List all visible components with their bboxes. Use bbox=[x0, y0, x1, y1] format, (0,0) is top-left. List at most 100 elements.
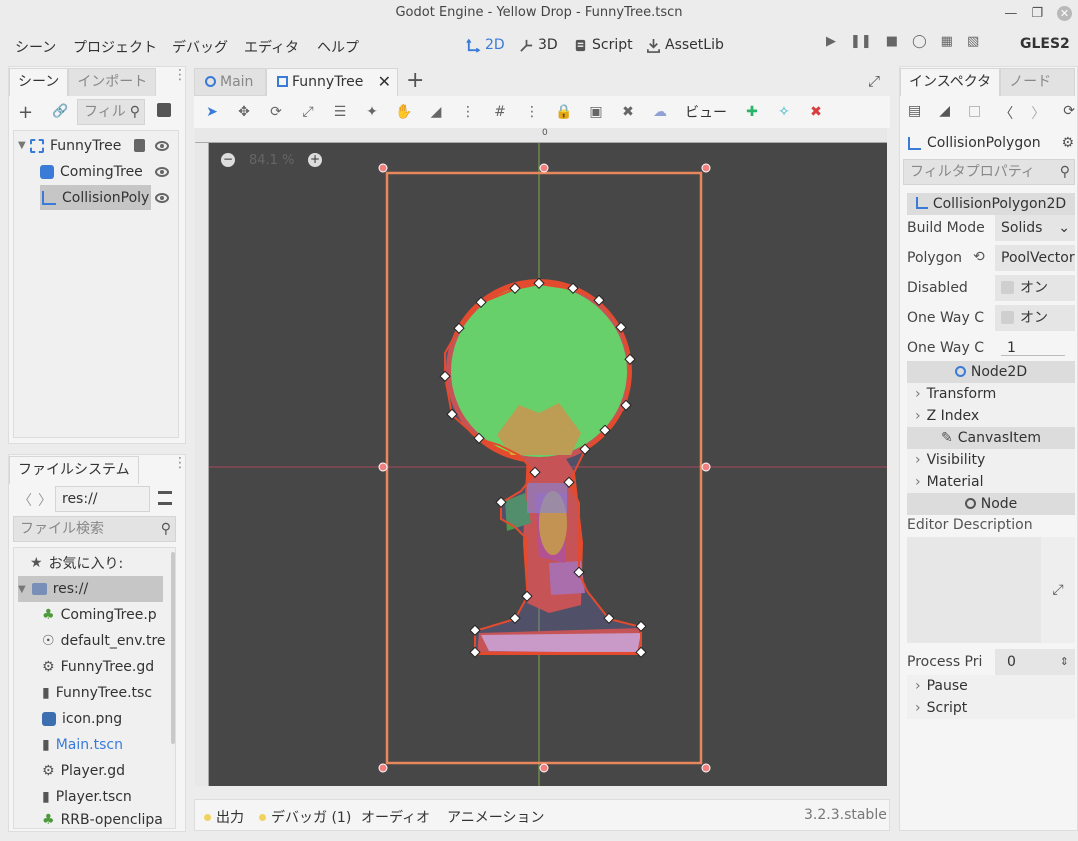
bone-icon[interactable]: ✖ bbox=[612, 104, 644, 120]
delete-point-icon[interactable]: ✖ bbox=[800, 104, 832, 120]
workspace-2d-button[interactable]: 2D bbox=[466, 37, 505, 53]
file-item[interactable]: ▮ Player.tscn bbox=[42, 784, 132, 810]
history-back-icon[interactable]: 〈 bbox=[999, 103, 1013, 123]
lock-icon[interactable]: 🔒 bbox=[548, 104, 580, 120]
move-mode-icon[interactable]: ✥ bbox=[228, 104, 260, 120]
revert-icon[interactable]: ⟲ bbox=[973, 249, 985, 265]
menu-help[interactable]: ヘルプ bbox=[317, 37, 359, 57]
animation-tab[interactable]: アニメーション bbox=[447, 807, 544, 827]
editor-description-textarea[interactable] bbox=[907, 537, 1041, 643]
renderer-selector[interactable]: GLES2 bbox=[1020, 36, 1070, 52]
menu-debug[interactable]: デバッグ bbox=[172, 37, 228, 57]
add-node-icon[interactable]: + bbox=[18, 102, 33, 123]
back-icon[interactable]: 〈 bbox=[18, 490, 32, 510]
tree-item-collisionpolygon[interactable]: CollisionPoly bbox=[40, 185, 151, 210]
file-item[interactable]: ♣ ComingTree.p bbox=[42, 602, 157, 628]
build-mode-dropdown[interactable]: Solids ⌄ bbox=[995, 215, 1075, 241]
visibility-icon[interactable] bbox=[155, 167, 169, 177]
polygon-editor-button[interactable]: PoolVector bbox=[995, 245, 1075, 271]
tab-inspector[interactable]: インスペクタ bbox=[900, 68, 1001, 96]
canvas-viewport[interactable]: − 84.1 % + bbox=[209, 143, 887, 786]
disabled-checkbox[interactable]: オン bbox=[995, 275, 1075, 301]
expand-editor-icon[interactable]: ⤢ bbox=[1041, 537, 1075, 643]
distraction-free-icon[interactable]: ⤢ bbox=[868, 72, 880, 90]
rotate-mode-icon[interactable]: ⟳ bbox=[260, 104, 292, 120]
grid-snap-icon[interactable]: # bbox=[484, 104, 516, 120]
menu-scene[interactable]: シーン bbox=[15, 37, 56, 57]
tree-item-funnytree[interactable]: ▼ FunnyTree bbox=[18, 133, 178, 158]
list-select-icon[interactable]: ☰ bbox=[324, 104, 356, 120]
audio-tab[interactable]: オーディオ bbox=[361, 807, 430, 827]
favorites-item[interactable]: ★ お気に入り: bbox=[30, 550, 123, 576]
scene-dock-menu-icon[interactable]: ⋮ bbox=[173, 68, 187, 82]
filesystem-menu-icon[interactable]: ⋮ bbox=[173, 456, 187, 470]
restore-button[interactable]: ❐ bbox=[1031, 1, 1043, 26]
tab-filesystem[interactable]: ファイルシステム bbox=[9, 456, 139, 484]
output-tab[interactable]: 出力 bbox=[204, 807, 244, 827]
new-resource-icon[interactable]: ▤ bbox=[908, 103, 921, 123]
property-filter-input[interactable]: フィルタプロパティ ⚲ bbox=[903, 159, 1075, 185]
pan-mode-icon[interactable]: ✋ bbox=[388, 104, 420, 120]
one-way-margin-slider[interactable]: 1 bbox=[995, 335, 1075, 361]
process-priority-spinbox[interactable]: 0 ⇕ bbox=[995, 649, 1075, 675]
view-menu-button[interactable]: ビュー bbox=[676, 102, 736, 122]
tab-main[interactable]: Main bbox=[194, 68, 266, 96]
tab-scene[interactable]: シーン bbox=[9, 68, 69, 96]
file-item[interactable]: icon.png bbox=[42, 706, 122, 732]
workspace-assetlib-button[interactable]: AssetLib bbox=[646, 37, 724, 53]
file-item[interactable]: ⚙ FunnyTree.gd bbox=[42, 654, 154, 680]
group-icon[interactable]: ▣ bbox=[580, 104, 612, 120]
stop-icon[interactable]: ■ bbox=[886, 34, 898, 49]
close-tab-icon[interactable]: ✕ bbox=[378, 69, 391, 95]
debugger-tab[interactable]: デバッガ (1) bbox=[259, 807, 351, 827]
zoom-out-icon[interactable]: − bbox=[221, 153, 235, 167]
zoom-level[interactable]: 84.1 % bbox=[249, 153, 294, 168]
section-script[interactable]: › Script bbox=[907, 697, 1075, 719]
file-tree-scrollbar[interactable] bbox=[171, 552, 175, 744]
snap-options-icon[interactable]: ⋮ bbox=[516, 104, 548, 120]
pause-icon[interactable]: ❚❚ bbox=[850, 34, 872, 49]
menu-editor[interactable]: エディタ bbox=[244, 37, 299, 57]
section-zindex[interactable]: › Z Index bbox=[907, 405, 1075, 427]
object-properties-icon[interactable]: ⚙ bbox=[1061, 135, 1074, 151]
edit-point-icon[interactable]: ✧ bbox=[768, 104, 800, 120]
save-icon[interactable]: □ bbox=[968, 103, 981, 123]
script-attached-icon[interactable] bbox=[134, 139, 145, 152]
scale-mode-icon[interactable]: ⤢ bbox=[292, 104, 324, 120]
visibility-icon[interactable] bbox=[155, 141, 169, 151]
forward-icon[interactable]: 〉 bbox=[38, 490, 52, 510]
new-tab-icon[interactable]: + bbox=[406, 68, 424, 93]
play-current-scene-icon[interactable]: ▦ bbox=[941, 34, 953, 49]
add-point-icon[interactable]: ✚ bbox=[736, 104, 768, 120]
close-window-button[interactable]: ✕ bbox=[1057, 5, 1072, 21]
file-item[interactable]: ♣ RRB-openclipa bbox=[42, 810, 163, 829]
file-item-root[interactable]: ▼ res:// bbox=[18, 576, 163, 602]
scene-filter-input[interactable]: フィル ⚲ bbox=[77, 99, 145, 125]
open-folder-icon[interactable]: ◢ bbox=[939, 103, 950, 123]
section-transform[interactable]: › Transform bbox=[907, 383, 1075, 405]
one-way-checkbox[interactable]: オン bbox=[995, 305, 1075, 331]
history-icon[interactable]: ⟳ bbox=[1063, 103, 1075, 123]
select-mode-icon[interactable]: ➤ bbox=[196, 104, 228, 120]
split-view-icon[interactable] bbox=[158, 491, 172, 505]
tree-item-comingtree[interactable]: ComingTree bbox=[40, 159, 160, 184]
menu-project[interactable]: プロジェクト bbox=[73, 37, 157, 57]
file-item[interactable]: ▮ Main.tscn bbox=[42, 732, 123, 758]
workspace-3d-button[interactable]: 3D bbox=[519, 37, 558, 53]
workspace-script-button[interactable]: Script bbox=[573, 37, 633, 53]
history-forward-icon[interactable]: 〉 bbox=[1031, 103, 1045, 123]
tab-import[interactable]: インポート bbox=[68, 68, 157, 96]
instance-scene-icon[interactable] bbox=[157, 103, 171, 117]
file-item[interactable]: ☉ default_env.tre bbox=[42, 628, 166, 654]
ruler-mode-icon[interactable]: ◢ bbox=[420, 104, 452, 120]
section-pause[interactable]: › Pause bbox=[907, 675, 1075, 697]
skeleton-icon[interactable]: ☁ bbox=[644, 104, 676, 120]
smart-snap-icon[interactable]: ⋮ bbox=[452, 104, 484, 120]
collapse-icon[interactable]: ▼ bbox=[18, 140, 30, 151]
tab-funnytree[interactable]: FunnyTree ✕ bbox=[266, 68, 398, 96]
visibility-icon[interactable] bbox=[155, 193, 169, 203]
play-icon[interactable]: ▶ bbox=[826, 34, 836, 49]
section-visibility[interactable]: › Visibility bbox=[907, 449, 1075, 471]
file-item[interactable]: ⚙ Player.gd bbox=[42, 758, 125, 784]
file-search-input[interactable]: ファイル検索 ⚲ bbox=[13, 516, 176, 542]
